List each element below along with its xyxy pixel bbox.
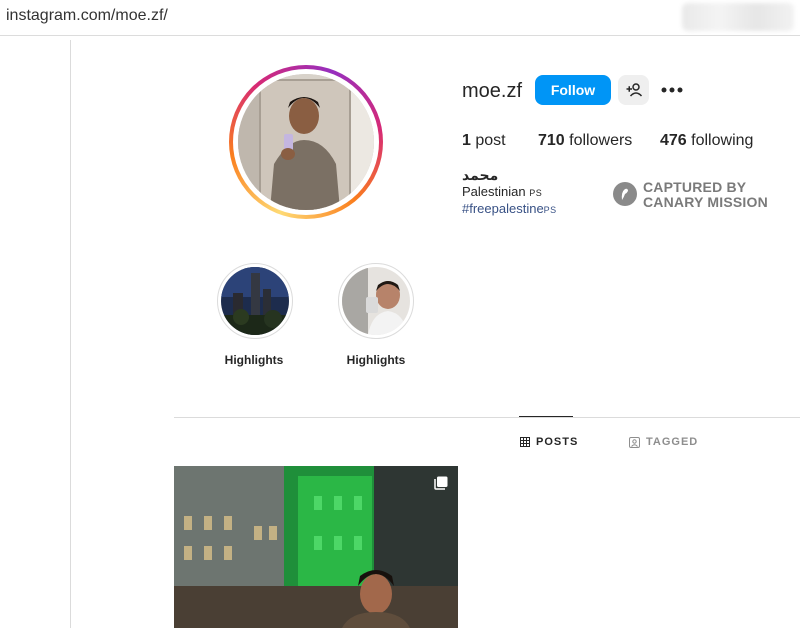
bio-text: Palestinian PS xyxy=(462,184,542,199)
avatar-border xyxy=(233,69,379,215)
watermark-line1: CAPTURED BY xyxy=(643,179,747,195)
following-count-value: 476 xyxy=(660,132,687,149)
tab-posts-label: POSTS xyxy=(536,436,579,448)
profile-avatar-ring[interactable] xyxy=(229,65,383,219)
avatar xyxy=(238,74,374,210)
followers-count-value: 710 xyxy=(538,132,565,149)
tab-tagged[interactable]: TAGGED xyxy=(629,436,698,448)
following-count[interactable]: 476 following xyxy=(660,132,753,150)
flag-emoji: PS xyxy=(543,205,557,215)
bio-hashtag-link[interactable]: #freepalestinePS xyxy=(462,201,557,216)
tab-divider xyxy=(174,417,800,418)
more-dots-icon xyxy=(661,87,683,93)
followers-count[interactable]: 710 followers xyxy=(538,132,632,150)
url-text[interactable]: instagram.com/moe.zf/ xyxy=(6,7,168,25)
post-image xyxy=(174,466,458,628)
posts-count-label: post xyxy=(475,132,506,149)
post-thumbnail[interactable] xyxy=(174,466,458,628)
highlight-circle[interactable] xyxy=(338,263,414,339)
following-count-label: following xyxy=(691,132,754,149)
profile-username: moe.zf xyxy=(462,80,523,102)
grid-icon xyxy=(520,437,530,447)
watermark-line2: CANARY MISSION xyxy=(643,194,768,210)
tab-posts[interactable]: POSTS xyxy=(520,436,578,448)
watermark-text: CAPTURED BY CANARY MISSION xyxy=(643,180,768,210)
canary-bird-logo xyxy=(613,182,637,206)
highlight-thumbnail xyxy=(342,267,410,335)
active-tab-indicator xyxy=(519,416,573,417)
browser-address-bar[interactable]: instagram.com/moe.zf/ xyxy=(0,0,800,36)
posts-count: 1 post xyxy=(462,132,506,150)
carousel-icon xyxy=(434,476,448,495)
profile-full-name: محمد xyxy=(462,167,499,183)
highlight-label[interactable]: Highlights xyxy=(331,353,421,367)
add-user-icon xyxy=(626,83,642,97)
sidebar-divider xyxy=(70,40,71,628)
tagged-icon xyxy=(629,436,640,448)
bio-text-value: Palestinian xyxy=(462,184,530,199)
hashtag-text: #freepalestine xyxy=(462,201,544,216)
followers-count-label: followers xyxy=(569,132,633,149)
flag-emoji: PS xyxy=(529,188,543,198)
posts-count-value: 1 xyxy=(462,132,471,149)
tab-tagged-label: TAGGED xyxy=(646,436,699,448)
browser-toolbar-icons xyxy=(682,3,794,31)
highlight-thumbnail xyxy=(221,267,289,335)
highlight-circle[interactable] xyxy=(217,263,293,339)
highlight-label[interactable]: Highlights xyxy=(209,353,299,367)
suggest-users-button[interactable] xyxy=(618,75,649,105)
more-options-button[interactable] xyxy=(658,80,686,100)
follow-button[interactable]: Follow xyxy=(535,75,611,105)
